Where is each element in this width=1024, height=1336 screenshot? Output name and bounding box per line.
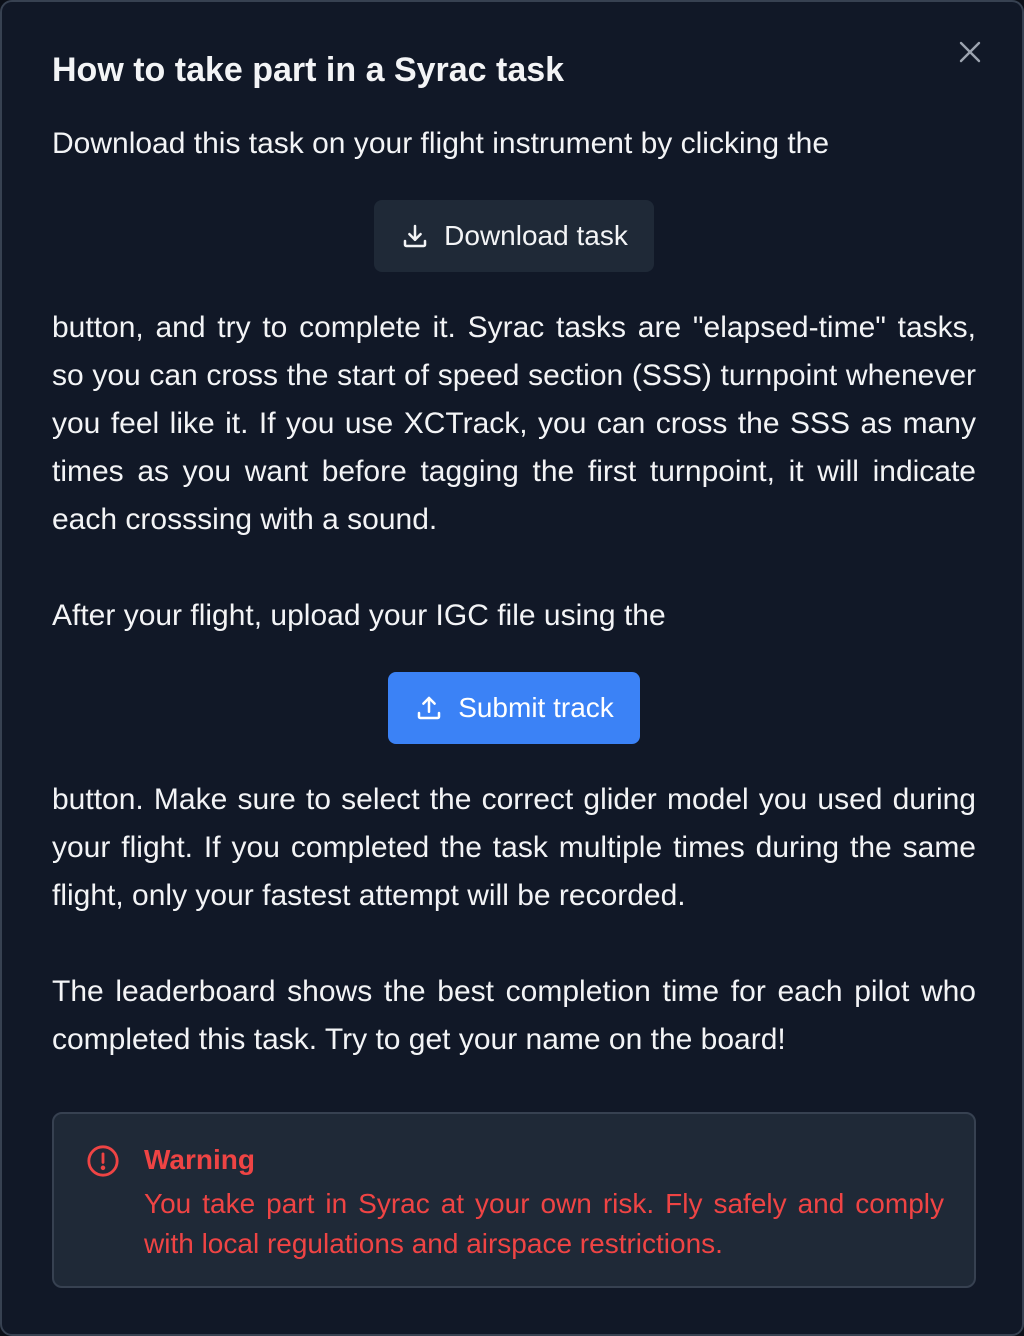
warning-text: You take part in Syrac at your own risk.…: [144, 1188, 944, 1259]
modal-title: How to take part in a Syrac task: [52, 51, 565, 89]
glider-model-instructions: button. Make sure to select the correct …: [52, 783, 976, 912]
submit-track-button[interactable]: Submit track: [388, 672, 640, 744]
intro-text: Download this task on your flight instru…: [52, 127, 830, 160]
alert-circle-icon: [87, 1145, 119, 1177]
elapsed-time-explanation: button, and try to complete it. Syrac ta…: [52, 311, 976, 536]
upload-intro-text: After your flight, upload your IGC file …: [52, 599, 666, 632]
task-instructions-modal: How to take part in a Syrac task Downloa…: [0, 0, 1024, 1336]
download-icon: [403, 224, 427, 248]
warning-alert: Warning You take part in Syrac at your o…: [52, 1112, 976, 1288]
close-icon: [959, 41, 981, 63]
download-task-label: Download task: [444, 220, 628, 251]
download-task-button[interactable]: Download task: [374, 200, 654, 272]
leaderboard-explanation: The leaderboard shows the best completio…: [52, 975, 976, 1056]
upload-icon: [417, 696, 441, 720]
warning-title: Warning: [144, 1144, 255, 1175]
submit-track-label: Submit track: [458, 692, 614, 723]
close-button[interactable]: [954, 36, 986, 68]
